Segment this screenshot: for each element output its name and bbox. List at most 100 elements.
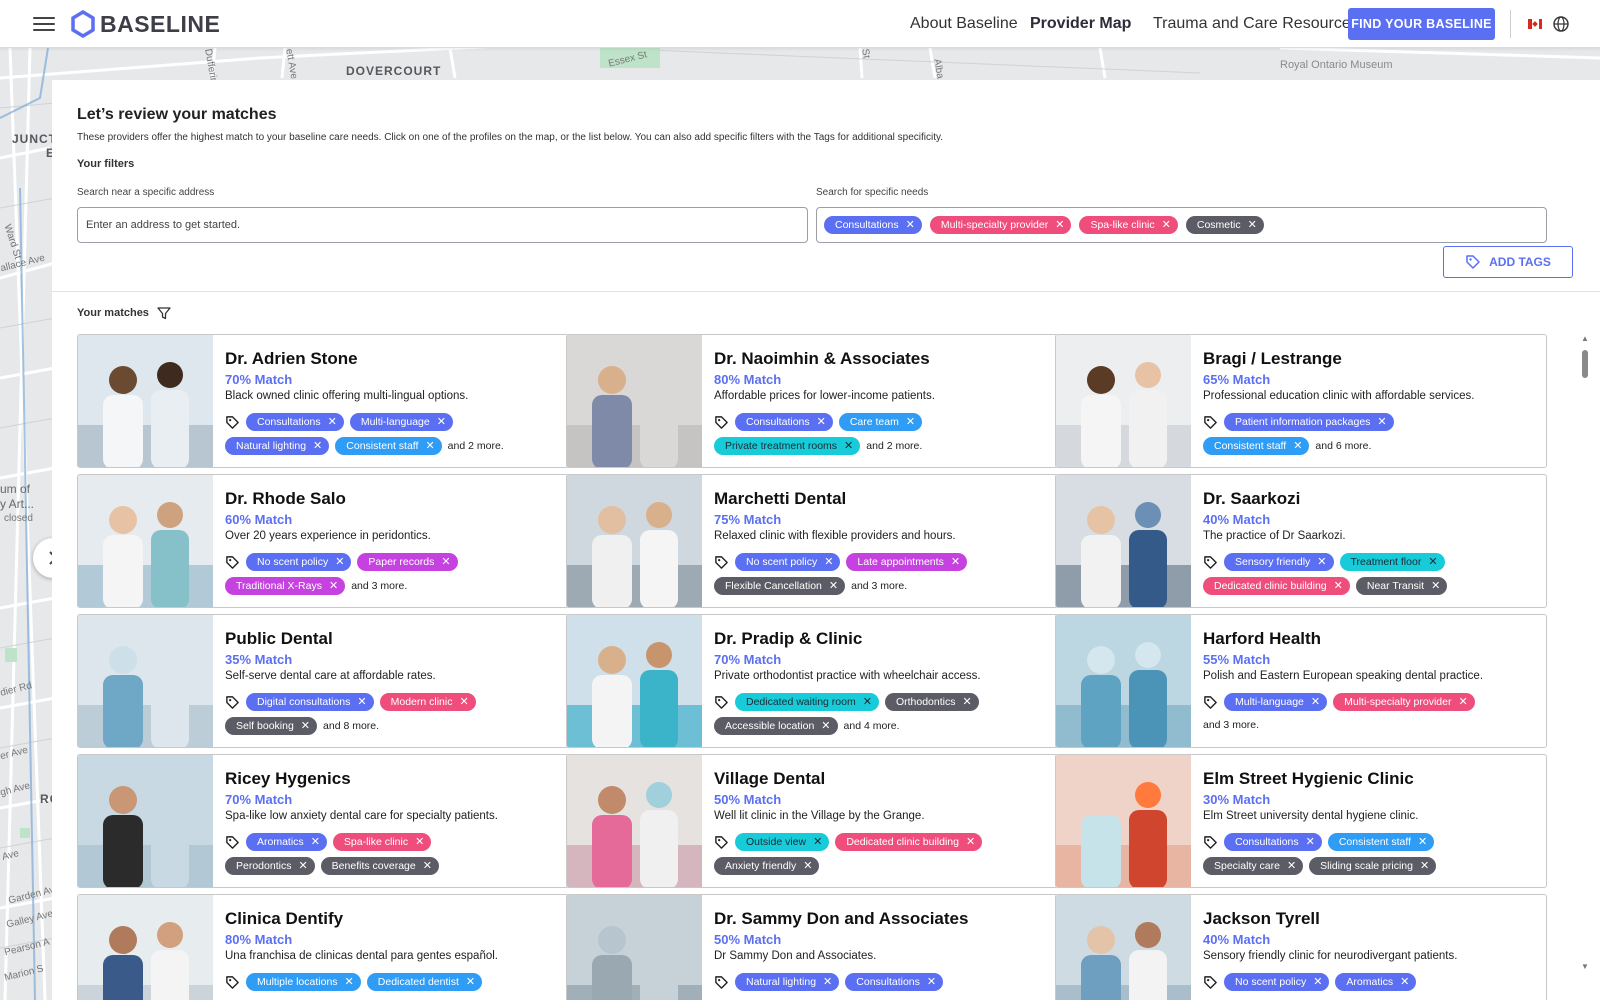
- provider-tag[interactable]: Digital consultations ✕: [246, 693, 374, 711]
- provider-card[interactable]: Clinica Dentify 80% Match Una franchisa de…: [77, 894, 569, 1000]
- provider-tag[interactable]: Late appointments ✕: [846, 553, 968, 571]
- close-icon[interactable]: ✕: [329, 580, 338, 592]
- nav-provider-map[interactable]: Provider Map: [1030, 15, 1131, 33]
- add-tags-button[interactable]: ADD TAGS: [1443, 246, 1573, 278]
- close-icon[interactable]: ✕: [328, 416, 337, 428]
- provider-tag[interactable]: Consultations ✕: [845, 973, 944, 991]
- provider-tag[interactable]: Consistent staff ✕: [1203, 437, 1310, 455]
- provider-tag[interactable]: No scent policy ✕: [735, 553, 841, 571]
- close-icon[interactable]: ✕: [863, 696, 872, 708]
- provider-tag[interactable]: Benefits coverage ✕: [320, 857, 439, 875]
- close-icon[interactable]: ✕: [423, 860, 432, 872]
- provider-tag[interactable]: No scent policy ✕: [246, 553, 352, 571]
- close-icon[interactable]: ✕: [813, 836, 822, 848]
- provider-tag[interactable]: Care team ✕: [838, 413, 923, 431]
- close-icon[interactable]: ✕: [345, 976, 354, 988]
- provider-card[interactable]: Ricey Hygenics 70% Match Spa-like low anxi…: [77, 754, 569, 888]
- close-icon[interactable]: ✕: [966, 836, 975, 848]
- provider-tag[interactable]: Dedicated waiting room ✕: [735, 693, 879, 711]
- more-tags-link[interactable]: and 3 more.: [851, 580, 907, 592]
- provider-name[interactable]: Dr. Pradip & Clinic: [714, 629, 862, 649]
- provider-tag[interactable]: Treatment floor ✕: [1339, 553, 1445, 571]
- nav-about[interactable]: About Baseline: [910, 15, 1018, 33]
- close-icon[interactable]: ✕: [821, 720, 830, 732]
- provider-tag[interactable]: Specialty care ✕: [1203, 857, 1304, 875]
- provider-card[interactable]: Dr. Pradip & Clinic 70% Match Private orth…: [566, 614, 1058, 748]
- close-icon[interactable]: ✕: [962, 696, 971, 708]
- close-icon[interactable]: ✕: [1287, 860, 1296, 872]
- provider-tag[interactable]: Sensory friendly ✕: [1224, 553, 1334, 571]
- close-icon[interactable]: ✕: [1400, 976, 1409, 988]
- scroll-down-icon[interactable]: ▼: [1581, 962, 1589, 971]
- provider-tag[interactable]: No scent policy ✕: [1224, 973, 1330, 991]
- provider-card[interactable]: Public Dental 35% Match Self-serve dental …: [77, 614, 569, 748]
- more-tags-link[interactable]: and 3 more.: [351, 580, 407, 592]
- provider-tag[interactable]: Aromatics ✕: [1335, 973, 1417, 991]
- provider-tag[interactable]: Aromatics ✕: [246, 833, 327, 851]
- close-icon[interactable]: ✕: [459, 696, 468, 708]
- filter-tag[interactable]: Cosmetic ✕: [1185, 216, 1264, 234]
- provider-name[interactable]: Village Dental: [714, 769, 825, 789]
- provider-list[interactable]: Dr. Adrien Stone 70% Match Black owned cli…: [77, 334, 1567, 1000]
- close-icon[interactable]: ✕: [357, 696, 366, 708]
- provider-card[interactable]: Dr. Sammy Don and Associates 50% Match Dr …: [566, 894, 1058, 1000]
- find-your-baseline-button[interactable]: FIND YOUR BASELINE: [1348, 8, 1495, 40]
- close-icon[interactable]: ✕: [335, 556, 344, 568]
- provider-card[interactable]: Jackson Tyrell 40% Match Sensory friendly …: [1055, 894, 1547, 1000]
- provider-name[interactable]: Public Dental: [225, 629, 333, 649]
- more-tags-link[interactable]: and 3 more.: [1203, 719, 1259, 731]
- provider-tag[interactable]: Consistent staff ✕: [1327, 833, 1435, 851]
- provider-tag[interactable]: Paper records ✕: [357, 553, 458, 571]
- close-icon[interactable]: ✕: [1317, 556, 1326, 568]
- hamburger-icon[interactable]: [33, 14, 55, 34]
- more-tags-link[interactable]: and 8 more.: [323, 720, 379, 732]
- provider-tag[interactable]: Dedicated dentist ✕: [366, 973, 483, 991]
- close-icon[interactable]: ✕: [1431, 580, 1440, 592]
- close-icon[interactable]: ✕: [466, 976, 475, 988]
- provider-tag[interactable]: Flexible Cancellation ✕: [714, 577, 846, 595]
- provider-tag[interactable]: Self booking ✕: [225, 717, 318, 735]
- provider-card[interactable]: Dr. Saarkozi 40% Match The practice of Dr …: [1055, 474, 1547, 608]
- provider-tag[interactable]: Consultations ✕: [1224, 833, 1322, 851]
- provider-name[interactable]: Clinica Dentify: [225, 909, 343, 929]
- provider-name[interactable]: Dr. Naoimhin & Associates: [714, 349, 930, 369]
- provider-tag[interactable]: Modern clinic ✕: [379, 693, 476, 711]
- more-tags-link[interactable]: and 2 more.: [448, 440, 504, 452]
- provider-tag[interactable]: Natural lighting ✕: [225, 437, 330, 455]
- close-icon[interactable]: ✕: [1248, 219, 1257, 231]
- logo[interactable]: BASELINE: [70, 10, 220, 38]
- needs-tag-input[interactable]: Consultations ✕ Multi-specialty provider ✕ S…: [816, 207, 1547, 243]
- close-icon[interactable]: ✕: [298, 860, 307, 872]
- close-icon[interactable]: ✕: [441, 556, 450, 568]
- provider-card[interactable]: Village Dental 50% Match Well lit clinic i…: [566, 754, 1058, 888]
- globe-icon[interactable]: [1552, 15, 1570, 33]
- provider-card[interactable]: Harford Health 55% Match Polish and Easter…: [1055, 614, 1547, 748]
- close-icon[interactable]: ✕: [437, 416, 446, 428]
- provider-card[interactable]: Dr. Adrien Stone 70% Match Black owned cli…: [77, 334, 569, 468]
- close-icon[interactable]: ✕: [1311, 696, 1320, 708]
- provider-tag[interactable]: Spa-like clinic ✕: [332, 833, 432, 851]
- provider-tag[interactable]: Accessible location ✕: [714, 717, 838, 735]
- provider-card[interactable]: Bragi / Lestrange 65% Match Professional e…: [1055, 334, 1547, 468]
- provider-name[interactable]: Harford Health: [1203, 629, 1321, 649]
- close-icon[interactable]: ✕: [1313, 976, 1322, 988]
- close-icon[interactable]: ✕: [844, 440, 853, 452]
- provider-tag[interactable]: Consultations ✕: [246, 413, 344, 431]
- provider-card[interactable]: Elm Street Hygienic Clinic 30% Match Elm S…: [1055, 754, 1547, 888]
- list-scrollbar[interactable]: ▲ ▼: [1580, 334, 1592, 974]
- close-icon[interactable]: ✕: [311, 836, 320, 848]
- provider-tag[interactable]: Perodontics ✕: [225, 857, 315, 875]
- provider-name[interactable]: Elm Street Hygienic Clinic: [1203, 769, 1414, 789]
- close-icon[interactable]: ✕: [425, 440, 434, 452]
- provider-tag[interactable]: Outside view ✕: [735, 833, 830, 851]
- provider-tag[interactable]: Sliding scale pricing ✕: [1309, 857, 1437, 875]
- close-icon[interactable]: ✕: [1458, 696, 1467, 708]
- provider-tag[interactable]: Private treatment rooms ✕: [714, 437, 861, 455]
- provider-tag[interactable]: Multi-language ✕: [349, 413, 453, 431]
- provider-tag[interactable]: Consultations ✕: [735, 413, 833, 431]
- canada-flag-icon[interactable]: [1528, 19, 1542, 29]
- filter-icon[interactable]: [157, 306, 171, 320]
- scrollbar-thumb[interactable]: [1582, 350, 1588, 378]
- close-icon[interactable]: ✕: [1306, 836, 1315, 848]
- close-icon[interactable]: ✕: [1334, 580, 1343, 592]
